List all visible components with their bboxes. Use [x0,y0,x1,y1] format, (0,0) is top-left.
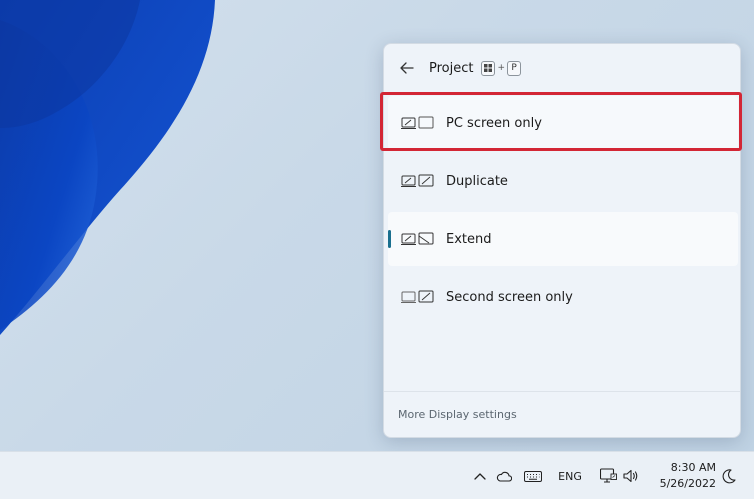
option-second-screen-only[interactable]: Second screen only [388,270,738,324]
option-extend[interactable]: Extend [388,212,738,266]
clock-time: 8:30 AM [670,461,716,474]
network-button[interactable] [597,452,619,499]
option-label: Second screen only [446,289,573,305]
flyout-header: Project + P [384,44,740,92]
network-monitor-icon [599,468,617,483]
volume-button[interactable] [621,452,641,499]
p-key: P [507,60,522,76]
second-screen-only-icon [401,290,434,303]
flyout-title: Project [429,60,474,76]
input-language-button[interactable]: ENG [553,452,587,499]
keyboard-shortcut: + P [481,60,522,76]
focus-assist-button[interactable] [719,452,739,499]
option-label: Duplicate [446,173,508,189]
option-pc-screen-only[interactable]: PC screen only [388,96,738,150]
touch-keyboard-button[interactable] [522,452,544,499]
extend-icon [401,232,434,245]
more-display-settings-link[interactable]: More Display settings [398,408,517,421]
back-arrow-icon [400,62,414,74]
option-duplicate[interactable]: Duplicate [388,154,738,208]
clock-button[interactable]: 8:30 AM 5/26/2022 [640,460,716,492]
keyboard-icon [524,470,542,482]
onedrive-cloud-icon [496,471,512,482]
pc-screen-only-icon [401,116,434,129]
onedrive-button[interactable] [494,452,514,499]
show-hidden-icons-button[interactable] [471,452,489,499]
chevron-up-icon [474,473,486,480]
back-button[interactable] [396,57,418,79]
shortcut-plus: + [497,63,506,73]
duplicate-icon [401,174,434,187]
win-key-icon [481,60,496,76]
flyout-divider [384,391,740,392]
option-label: Extend [446,231,492,247]
moon-icon [722,468,736,483]
selected-indicator [388,230,391,248]
taskbar: ENG 8:30 AM 5/26/2022 [0,451,754,499]
option-label: PC screen only [446,115,542,131]
language-indicator: ENG [558,469,582,483]
volume-icon [623,469,638,483]
project-flyout: Project + P PC screen only Duplicate Ext… [383,43,741,438]
clock-date: 5/26/2022 [659,477,716,490]
